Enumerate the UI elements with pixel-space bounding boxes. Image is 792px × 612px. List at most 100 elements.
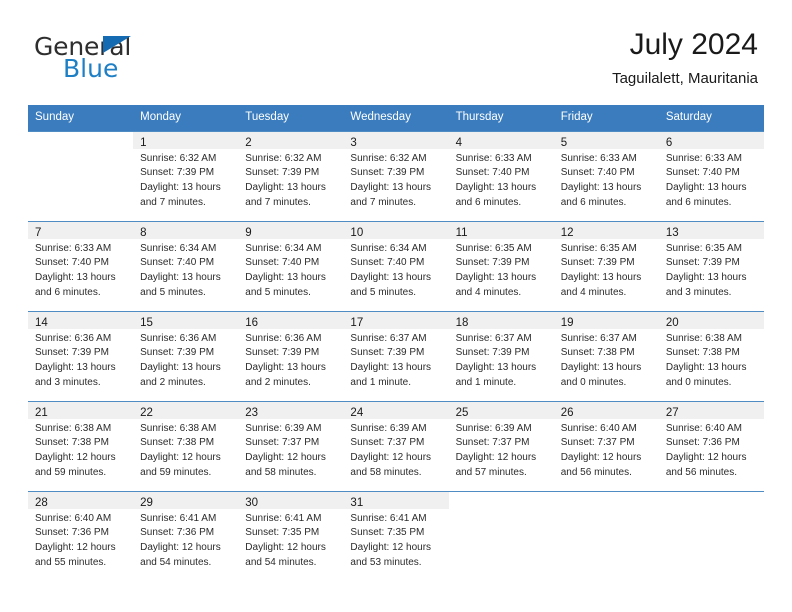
sunrise-time: Sunrise: 6:32 AM (140, 152, 217, 164)
calendar-day-cell[interactable]: 26 Sunrise: 6:40 AM Sunset: 7:37 PM Dayligh… (553, 401, 659, 491)
sunrise-time: Sunrise: 6:40 AM (35, 512, 112, 524)
calendar-day-cell[interactable]: 29 Sunrise: 6:41 AM Sunset: 7:36 PM Dayligh… (133, 491, 239, 577)
sunset-time: Sunset: 7:40 PM (455, 167, 530, 179)
calendar-day-cell[interactable]: 16 Sunrise: 6:36 AM Sunset: 7:39 PM Dayligh… (238, 311, 344, 401)
daylight-duration-line-2: and 0 minutes. (560, 376, 627, 388)
daylight-duration-line-1: Daylight: 13 hours (665, 361, 747, 373)
sunset-time: Sunset: 7:39 PM (35, 347, 109, 359)
sunrise-time: Sunrise: 6:36 AM (35, 332, 112, 344)
calendar-day-cell[interactable]: 7 Sunrise: 6:33 AM Sunset: 7:40 PM Daylight… (28, 221, 134, 311)
calendar-day-cell[interactable]: 9 Sunrise: 6:34 AM Sunset: 7:40 PM Daylight… (238, 221, 344, 311)
day-number: 17 (350, 316, 364, 329)
calendar-day-cell[interactable]: 18 Sunrise: 6:37 AM Sunset: 7:39 PM Dayligh… (448, 311, 554, 401)
daylight-duration-line-2: and 7 minutes. (350, 196, 417, 208)
day-number-band: 31 (343, 491, 449, 509)
calendar-day-cell[interactable]: 1 Sunrise: 6:32 AM Sunset: 7:39 PM Daylight… (133, 131, 239, 221)
calendar-day-cell[interactable]: 5 Sunrise: 6:33 AM Sunset: 7:40 PM Daylight… (553, 131, 659, 221)
daylight-duration-line-2: and 0 minutes. (665, 376, 732, 388)
calendar-day-cell[interactable]: 8 Sunrise: 6:34 AM Sunset: 7:40 PM Daylight… (133, 221, 239, 311)
calendar-day-cell[interactable]: 12 Sunrise: 6:35 AM Sunset: 7:39 PM Dayligh… (553, 221, 659, 311)
calendar-day-cell[interactable]: 25 Sunrise: 6:39 AM Sunset: 7:37 PM Dayligh… (448, 401, 554, 491)
day-number-band: 8 (133, 221, 239, 239)
day-number: 28 (35, 496, 48, 509)
day-number: 16 (245, 316, 259, 329)
calendar-week-row: 14 Sunrise: 6:36 AM Sunset: 7:39 PM Dayligh… (28, 310, 764, 401)
daylight-duration-line-1: Daylight: 13 hours (455, 361, 537, 373)
daylight-duration-line-2: and 6 minutes. (455, 196, 522, 208)
title-block: July 2024 Taguilalett, Mauritania (612, 28, 758, 88)
sunrise-time: Sunrise: 6:33 AM (35, 242, 112, 254)
calendar-day-cell[interactable]: 14 Sunrise: 6:36 AM Sunset: 7:39 PM Dayligh… (28, 311, 134, 401)
logo-text-blue: Blue (63, 54, 119, 83)
calendar-day-cell[interactable]: 23 Sunrise: 6:39 AM Sunset: 7:37 PM Dayligh… (238, 401, 344, 491)
daylight-duration-line-1: Daylight: 12 hours (455, 451, 537, 463)
calendar-day-cell[interactable]: 2 Sunrise: 6:32 AM Sunset: 7:39 PM Daylight… (238, 131, 344, 221)
daylight-duration-line-2: and 54 minutes. (245, 556, 317, 568)
calendar-day-cell[interactable]: 19 Sunrise: 6:37 AM Sunset: 7:38 PM Dayligh… (553, 311, 659, 401)
daylight-duration-line-2: and 3 minutes. (665, 286, 732, 298)
calendar-day-cell[interactable]: 24 Sunrise: 6:39 AM Sunset: 7:37 PM Dayligh… (343, 401, 449, 491)
day-number: 22 (140, 406, 153, 419)
daylight-duration-line-1: Daylight: 12 hours (140, 451, 221, 463)
daylight-duration-line-2: and 56 minutes. (665, 466, 738, 478)
day-number-band: 17 (343, 311, 449, 329)
sunset-time: Sunset: 7:40 PM (140, 257, 215, 269)
calendar-day-cell[interactable]: 30 Sunrise: 6:41 AM Sunset: 7:35 PM Dayligh… (238, 491, 344, 577)
day-number: 24 (350, 406, 364, 419)
page-header: General Blue July 2024 Taguilalett, Maur… (34, 28, 758, 98)
weekday-header-monday: Monday (140, 111, 182, 123)
day-number-band: 22 (133, 401, 239, 419)
day-number: 8 (140, 226, 147, 239)
calendar-day-cell[interactable]: 11 Sunrise: 6:35 AM Sunset: 7:39 PM Dayligh… (448, 221, 554, 311)
daylight-duration-line-1: Daylight: 12 hours (350, 541, 432, 553)
day-number-band: 23 (238, 401, 344, 419)
calendar-day-cell[interactable]: 17 Sunrise: 6:37 AM Sunset: 7:39 PM Dayligh… (343, 311, 449, 401)
daylight-duration-line-1: Daylight: 13 hours (350, 361, 432, 373)
day-number: 25 (455, 406, 469, 419)
day-sun-info: Sunrise: 6:41 AM Sunset: 7:36 PM Daylight:… (133, 509, 238, 571)
calendar-day-cell[interactable]: 27 Sunrise: 6:40 AM Sunset: 7:36 PM Dayligh… (658, 401, 764, 491)
daylight-duration-line-1: Daylight: 13 hours (245, 361, 326, 373)
day-number: 11 (455, 226, 468, 239)
day-number-band: 11 (448, 221, 554, 239)
calendar-day-cell[interactable]: 31 Sunrise: 6:41 AM Sunset: 7:35 PM Dayligh… (343, 491, 449, 577)
calendar-day-cell[interactable]: 20 Sunrise: 6:38 AM Sunset: 7:38 PM Dayligh… (658, 311, 764, 401)
day-number-band: 16 (238, 311, 344, 329)
sunset-time: Sunset: 7:38 PM (560, 347, 635, 359)
daylight-duration-line-2: and 3 minutes. (35, 376, 101, 388)
day-number-band: 28 (28, 491, 134, 509)
sunrise-time: Sunrise: 6:35 AM (455, 242, 532, 254)
daylight-duration-line-2: and 5 minutes. (245, 286, 311, 298)
sunset-time: Sunset: 7:37 PM (455, 437, 530, 449)
daylight-duration-line-1: Daylight: 12 hours (665, 451, 747, 463)
day-sun-info: Sunrise: 6:40 AM Sunset: 7:36 PM Daylight:… (659, 419, 764, 481)
calendar-day-cell[interactable]: 4 Sunrise: 6:33 AM Sunset: 7:40 PM Daylight… (448, 131, 554, 221)
daylight-duration-line-2: and 54 minutes. (140, 556, 212, 568)
sunset-time: Sunset: 7:35 PM (350, 527, 425, 539)
calendar-day-cell[interactable]: 28 Sunrise: 6:40 AM Sunset: 7:36 PM Dayligh… (28, 491, 134, 577)
calendar-day-cell[interactable]: 10 Sunrise: 6:34 AM Sunset: 7:40 PM Dayligh… (343, 221, 449, 311)
day-sun-info: Sunrise: 6:36 AM Sunset: 7:39 PM Daylight:… (133, 329, 238, 391)
sunrise-time: Sunrise: 6:41 AM (350, 512, 427, 524)
daylight-duration-line-2: and 53 minutes. (350, 556, 422, 568)
day-sun-info: Sunrise: 6:32 AM Sunset: 7:39 PM Daylight:… (133, 149, 238, 211)
day-number: 2 (245, 136, 252, 149)
calendar-day-cell[interactable]: 22 Sunrise: 6:38 AM Sunset: 7:38 PM Dayligh… (133, 401, 239, 491)
day-number-band: 26 (553, 401, 659, 419)
sunset-time: Sunset: 7:39 PM (245, 167, 320, 179)
calendar-day-cell[interactable]: 21 Sunrise: 6:38 AM Sunset: 7:38 PM Dayligh… (28, 401, 134, 491)
sunrise-time: Sunrise: 6:32 AM (350, 152, 427, 164)
sunrise-time: Sunrise: 6:41 AM (140, 512, 217, 524)
sunset-time: Sunset: 7:39 PM (455, 347, 530, 359)
day-sun-info: Sunrise: 6:38 AM Sunset: 7:38 PM Daylight:… (28, 419, 133, 481)
general-blue-logo[interactable]: General Blue (34, 34, 214, 90)
day-sun-info: Sunrise: 6:33 AM Sunset: 7:40 PM Daylight:… (449, 149, 554, 211)
calendar-day-cell[interactable]: 6 Sunrise: 6:33 AM Sunset: 7:40 PM Daylight… (658, 131, 764, 221)
sunset-time: Sunset: 7:40 PM (350, 257, 425, 269)
day-number-band: 24 (343, 401, 449, 419)
weekday-header-wednesday: Wednesday (350, 111, 411, 123)
calendar-day-cell[interactable]: 13 Sunrise: 6:35 AM Sunset: 7:39 PM Dayligh… (658, 221, 764, 311)
calendar-day-cell[interactable]: 15 Sunrise: 6:36 AM Sunset: 7:39 PM Dayligh… (133, 311, 239, 401)
day-sun-info: Sunrise: 6:35 AM Sunset: 7:39 PM Daylight:… (554, 239, 659, 301)
calendar-day-cell[interactable]: 3 Sunrise: 6:32 AM Sunset: 7:39 PM Daylight… (343, 131, 449, 221)
